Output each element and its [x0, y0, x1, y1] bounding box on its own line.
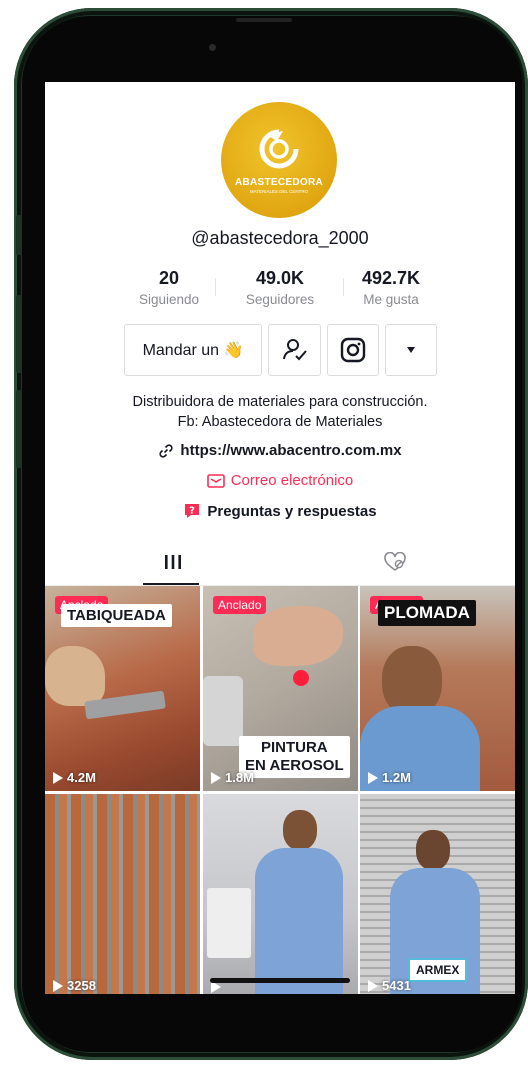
avatar[interactable]: ABASTECEDORA MATERIALES DEL CENTRO: [221, 102, 337, 218]
following-count: 20: [158, 268, 180, 288]
bio-line: Distribuidora de materiales para constru…: [132, 394, 428, 410]
brand-logo-icon: [259, 129, 299, 168]
view-count: 3258: [53, 978, 96, 993]
play-icon: [53, 979, 63, 992]
website-link-text: https://www.abacentro.com.mx: [180, 442, 402, 459]
message-button[interactable]: Mandar un 👋: [124, 324, 262, 376]
more-options-button[interactable]: [385, 324, 437, 376]
view-count-text: 4.2M: [67, 770, 96, 785]
video-thumbnail[interactable]: Anclado TABIQUEADA 4.2M: [45, 586, 200, 791]
mail-icon: [206, 473, 225, 488]
question-icon: ?: [185, 504, 200, 518]
pinned-badge: Anclado: [213, 596, 267, 614]
following-label: Siguiendo: [138, 292, 200, 307]
hidden-heart-icon: [383, 552, 406, 571]
video-thumbnail[interactable]: Anclado PLOMADA 1.2M: [360, 586, 515, 791]
email-link-text: Correo electrónico: [230, 472, 354, 489]
hand-shape: [253, 606, 343, 666]
bio: Distribuidora de materiales para constru…: [45, 392, 515, 432]
person-shirt: [255, 848, 343, 994]
play-icon: [53, 771, 63, 784]
person-head: [283, 810, 317, 850]
view-count: 1.2M: [368, 770, 411, 785]
user-check-icon: [282, 339, 307, 361]
home-indicator[interactable]: [210, 978, 350, 983]
video-thumbnail[interactable]: Anclado PINTURA EN AEROSOL 1.8M: [203, 586, 358, 791]
front-camera: [209, 44, 216, 51]
instagram-button[interactable]: [327, 324, 379, 376]
stat-likes: 492.7K Me gusta: [341, 268, 441, 307]
qa-link[interactable]: ? Preguntas y respuestas: [45, 502, 515, 520]
followers-label: Seguidores: [245, 292, 315, 307]
email-link[interactable]: Correo electrónico: [45, 472, 515, 489]
stat-divider: [215, 278, 216, 296]
caret-down-icon: [407, 347, 415, 353]
grid-icon: [164, 555, 181, 569]
tab-liked[interactable]: [277, 538, 512, 586]
bio-line: Fb: Abastecedora de Materiales: [177, 414, 383, 430]
person-head: [416, 830, 450, 870]
message-button-label: Mandar un 👋: [142, 342, 244, 359]
video-caption: TABIQUEADA: [61, 604, 172, 627]
video-thumbnail[interactable]: 3258: [45, 794, 200, 994]
qa-link-text: Preguntas y respuestas: [207, 502, 377, 520]
instagram-icon: [340, 337, 366, 363]
tab-videos[interactable]: [55, 538, 290, 586]
stat-followers[interactable]: 49.0K Seguidores: [230, 268, 330, 307]
hand-shape: [45, 646, 105, 706]
link-icon: [159, 443, 174, 458]
view-count-text: 1.8M: [225, 770, 254, 785]
view-count: 4.2M: [53, 770, 96, 785]
view-count-text: 5431: [382, 978, 411, 993]
video-caption: PLOMADA: [378, 600, 476, 626]
logo-subtitle: MATERIALES DEL CENTRO: [249, 188, 309, 194]
svg-text:?: ?: [189, 506, 195, 517]
view-count-text: 1.2M: [382, 770, 411, 785]
website-link[interactable]: https://www.abacentro.com.mx: [45, 442, 515, 459]
spray-can: [203, 676, 243, 746]
profile-handle: @abastecedora_2000: [191, 228, 369, 248]
followers-count: 49.0K: [255, 268, 305, 288]
logo-title: ABASTECEDORA: [234, 176, 324, 188]
view-count: 1.8M: [211, 770, 254, 785]
view-count-text: 3258: [67, 978, 96, 993]
profile-screen: ABASTECEDORA MATERIALES DEL CENTRO @abas…: [45, 82, 515, 994]
video-caption: PINTURA EN AEROSOL: [239, 736, 350, 778]
likes-label: Me gusta: [363, 292, 419, 307]
play-icon: [368, 979, 378, 992]
video-thumbnail[interactable]: [203, 794, 358, 994]
spray-dot: [293, 670, 309, 686]
play-icon: [368, 771, 378, 784]
following-toggle-button[interactable]: [268, 324, 321, 376]
stat-following[interactable]: 20 Siguiendo: [119, 268, 219, 307]
view-count: 5431: [368, 978, 411, 993]
profile-tabs: [45, 538, 515, 586]
cement-bag: [207, 888, 251, 958]
video-caption: ARMEX: [408, 958, 468, 982]
video-thumbnail[interactable]: ARMEX 5431: [360, 794, 515, 994]
play-icon: [211, 771, 221, 784]
speaker-grille: [236, 18, 292, 22]
likes-count: 492.7K: [361, 268, 421, 288]
